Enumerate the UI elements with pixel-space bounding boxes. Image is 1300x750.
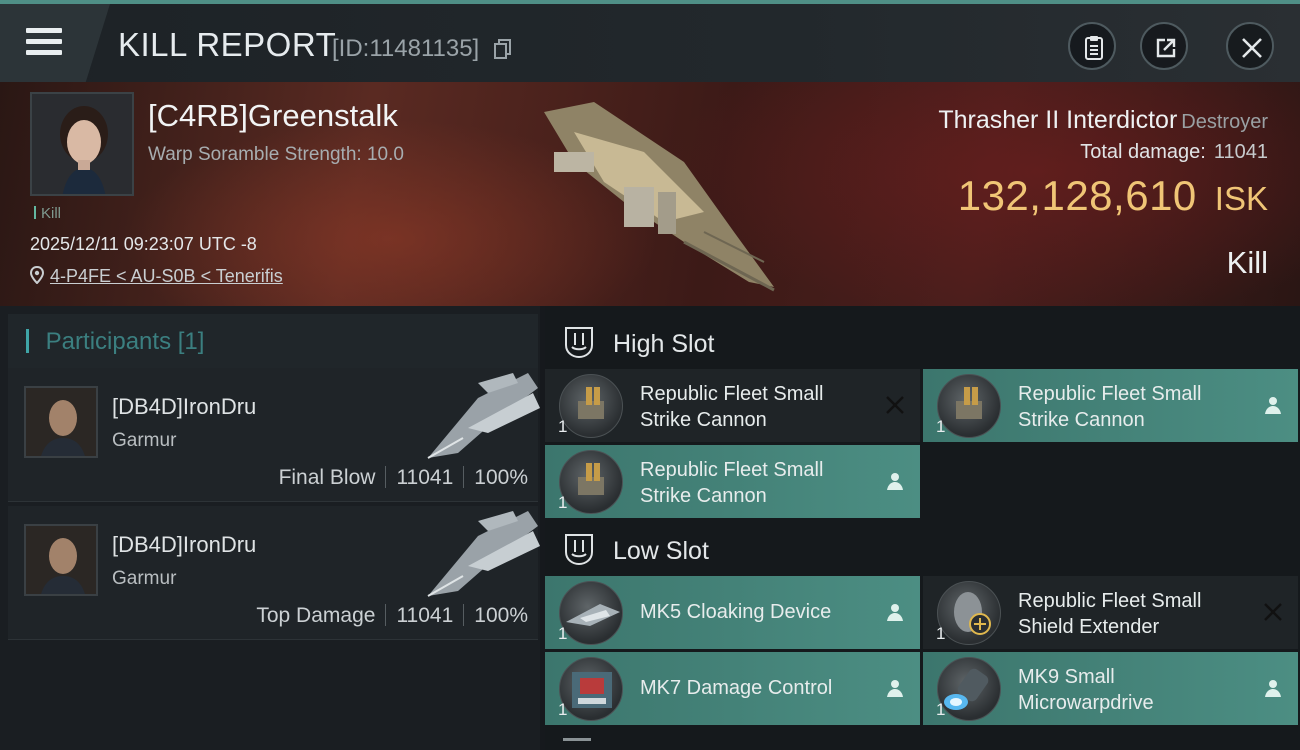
isk-value: 132,128,610: [957, 172, 1197, 219]
cannon-turret-icon: [559, 374, 623, 438]
close-icon[interactable]: [1226, 22, 1274, 70]
participant-name: [DB4D]IronDru: [112, 394, 257, 419]
ship-name: Thrasher II Interdictor: [938, 106, 1178, 134]
next-slot-header-partial: [563, 738, 591, 750]
module-slot[interactable]: 1 MK7 Damage Control: [545, 652, 920, 725]
participants-title: Participants [1]: [26, 328, 205, 356]
total-damage-label: Total damage:: [1080, 141, 1206, 163]
module-quantity: 1: [558, 417, 568, 436]
participant-avatar: [24, 386, 98, 458]
participant-card[interactable]: [DB4D]IronDru Garmur Final Blow 11041 100%: [8, 368, 540, 502]
high-slot-icon: [565, 327, 593, 359]
module-quantity: 1: [558, 700, 568, 719]
person-icon: [1265, 397, 1281, 414]
module-slot[interactable]: 1 MK5 Cloaking Device: [545, 576, 920, 649]
kill-result-label: Kill: [1226, 245, 1268, 280]
module-name: MK7 Damage Control: [640, 677, 833, 699]
kill-tag: Kill: [34, 205, 61, 222]
participant-damage: 11041: [396, 604, 454, 627]
participant-ship: Garmur: [112, 430, 177, 451]
module-name: Republic Fleet Small Strike Cannon: [640, 383, 824, 431]
total-damage: Total damage: 11041: [1080, 141, 1268, 164]
cannon-turret-icon: [937, 374, 1001, 438]
participant-card[interactable]: [DB4D]IronDru Garmur Top Damage 11041 100%: [8, 506, 540, 640]
module-slot[interactable]: 1 Republic Fleet Small Strike Cannon: [545, 445, 920, 518]
total-damage-value: 11041: [1213, 141, 1268, 163]
page-title: KILL REPORT: [118, 26, 337, 63]
low-slot-header: Low Slot: [545, 518, 1300, 578]
person-icon: [887, 473, 903, 490]
victim-portrait[interactable]: [30, 92, 134, 196]
location-pin-icon: [30, 266, 44, 284]
participant-percent: 100%: [474, 604, 528, 627]
kill-location: 4-P4FE < AU-S0B < Tenerifis: [30, 266, 283, 287]
module-name: Republic Fleet Small Shield Extender: [1018, 590, 1202, 638]
person-icon: [887, 680, 903, 697]
report-id: [ID:11481135]: [332, 35, 480, 62]
participant-role: Final Blow: [278, 466, 376, 489]
location-link[interactable]: 4-P4FE < AU-S0B < Tenerifis: [50, 266, 283, 286]
destroyed-x-icon: [1264, 603, 1282, 621]
high-slot-label: High Slot: [613, 330, 715, 358]
isk-loss: 132,128,610 ISK: [958, 172, 1268, 220]
kill-timestamp: 2025/12/11 09:23:07 UTC -8: [30, 234, 257, 254]
participants-count: [1]: [177, 328, 205, 355]
low-slot-icon: [565, 534, 593, 566]
victim-ship-image: [544, 102, 775, 292]
damage-control-icon: [559, 657, 623, 721]
shield-extender-icon: [937, 581, 1001, 645]
module-quantity: 1: [558, 493, 568, 512]
module-name: MK9 Small Microwarpdrive: [1018, 666, 1154, 714]
participant-ship: Garmur: [112, 568, 177, 589]
cloaking-device-icon: [559, 581, 623, 645]
module-quantity: 1: [558, 624, 568, 643]
person-icon: [1265, 680, 1281, 697]
module-quantity: 1: [936, 624, 946, 643]
destroyed-x-icon: [886, 396, 904, 414]
low-slot-label: Low Slot: [613, 537, 709, 565]
module-name: Republic Fleet Small Strike Cannon: [1018, 383, 1202, 431]
participant-stats: Top Damage 11041 100%: [256, 604, 528, 628]
participant-ship-image: [427, 511, 540, 597]
share-icon[interactable]: [1140, 22, 1188, 70]
victim-summary: [C4RB]Greenstalk Warp Soramble Strength:…: [0, 82, 1300, 306]
module-quantity: 1: [936, 700, 946, 719]
person-icon: [887, 604, 903, 621]
hamburger-menu-icon[interactable]: [0, 4, 110, 82]
module-name: Republic Fleet Small Strike Cannon: [640, 459, 824, 507]
participant-percent: 100%: [474, 466, 528, 489]
participant-name: [DB4D]IronDru: [112, 532, 257, 557]
victim-ship-type: Thrasher II Interdictor Destroyer: [938, 106, 1268, 135]
participant-damage: 11041: [396, 466, 454, 489]
isk-unit: ISK: [1214, 180, 1268, 217]
cannon-turret-icon: [559, 450, 623, 514]
participant-role: Top Damage: [256, 604, 376, 627]
kill-report-header: KILL REPORT [ID:11481135]: [0, 0, 1300, 82]
clipboard-icon[interactable]: [1068, 22, 1116, 70]
participant-ship-image: [427, 373, 540, 459]
participants-header: Participants [1]: [8, 314, 538, 369]
microwarpdrive-icon: [937, 657, 1001, 721]
module-quantity: 1: [936, 417, 946, 436]
module-slot[interactable]: 1 Republic Fleet Small Strike Cannon: [545, 369, 920, 442]
ship-class: Destroyer: [1181, 111, 1268, 133]
participant-stats: Final Blow 11041 100%: [279, 466, 528, 490]
warp-scramble-strength: Warp Soramble Strength: 10.0: [148, 144, 404, 165]
fitting-panel: High Slot 1 Republic Fleet Small Strike …: [545, 306, 1300, 750]
module-slot[interactable]: 1 MK9 Small Microwarpdrive: [923, 652, 1298, 725]
victim-name[interactable]: [C4RB]Greenstalk: [148, 98, 398, 134]
module-slot[interactable]: 1 Republic Fleet Small Strike Cannon: [923, 369, 1298, 442]
participant-avatar: [24, 524, 98, 596]
high-slot-header: High Slot: [545, 311, 1300, 371]
participants-panel: Participants [1] [DB4D]IronDru Garmur Fi…: [0, 306, 540, 750]
module-slot[interactable]: 1 Republic Fleet Small Shield Extender: [923, 576, 1298, 649]
copy-id-icon[interactable]: [494, 39, 512, 59]
module-name: MK5 Cloaking Device: [640, 601, 832, 623]
